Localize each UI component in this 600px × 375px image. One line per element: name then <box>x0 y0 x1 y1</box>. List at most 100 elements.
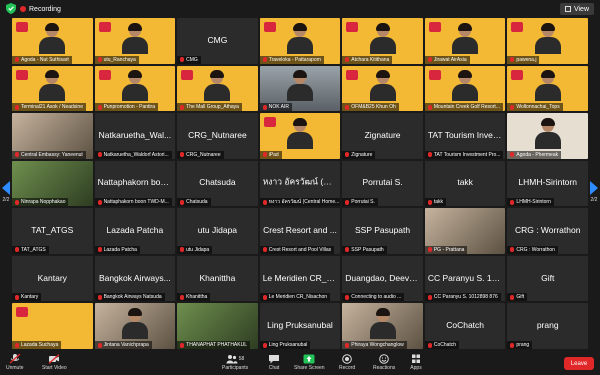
participant-display-name: takk <box>457 177 473 188</box>
participant-tile[interactable]: LHMH-Sirintorn LHMH-Sirintorn <box>507 160 588 207</box>
participant-tile[interactable]: SSP Pasupath SSP Pasupath <box>342 208 423 254</box>
participant-tile[interactable]: Agoda - Nut Suthisart <box>12 18 93 64</box>
participant-name-label: Zignature <box>342 150 376 159</box>
participant-name-label: pawena.j <box>507 55 540 64</box>
participant-display-name: CMG <box>207 34 228 45</box>
view-button[interactable]: View <box>559 3 594 15</box>
chat-button[interactable]: Chat <box>268 354 280 371</box>
participant-name: Jintana Vanichprapa <box>103 342 149 348</box>
meeting-topbar: Recording View <box>0 0 600 18</box>
participant-display-name: prang <box>536 320 559 331</box>
participant-tile[interactable]: Punpromotion - Pantira <box>94 65 176 112</box>
participant-tile[interactable]: Crest Resort and ... Crest Resort and Poo… <box>259 208 341 254</box>
participant-tile[interactable]: TAT_ATGS TAT_ATGS <box>12 208 93 254</box>
participant-display-name: TAT Tourism Inves... <box>427 129 503 140</box>
page-indicator-left: 2/2 <box>2 197 10 203</box>
participant-video <box>121 22 148 54</box>
participant-tile[interactable]: Terminal21 Asok / Neadsine <box>12 65 93 112</box>
participant-tile[interactable]: Porrutai S. Porrutai S. <box>342 160 423 207</box>
muted-microphone-icon <box>97 247 102 253</box>
participant-tile[interactable]: Gift Gift <box>507 255 588 302</box>
participant-tile[interactable]: CRG : Worrathon CRG : Worrathon <box>507 208 588 254</box>
participant-tile[interactable]: takk takk <box>424 160 506 207</box>
participant-tile[interactable]: หงาว อัครวัฒน์ (Ce... หงาว อัครวัฒน์ (Cen… <box>259 160 341 207</box>
participant-tile[interactable]: NOK AIR <box>259 65 341 112</box>
participant-tile[interactable]: Ling Pruksanubal Ling Pruksanubal <box>259 303 341 349</box>
participant-name-label: Ninrapa Nopphakao <box>12 198 69 207</box>
share-screen-button[interactable]: Share Screen <box>294 354 325 371</box>
participant-name-label: Mountain Creek Golf Resort... <box>424 103 503 112</box>
participant-tile[interactable]: Traveloka - Pattaraporn <box>259 18 341 64</box>
participant-name-label: Traveloka - Pattaraporn <box>259 55 325 64</box>
participant-tile[interactable]: The Mall Group_Athaya <box>177 65 258 112</box>
muted-microphone-icon <box>180 342 185 348</box>
participant-tile[interactable]: PG - Prattana <box>424 208 506 254</box>
participant-name: Agoda - Phermeak <box>516 151 559 158</box>
participant-count: 58 <box>238 356 245 362</box>
participant-display-name: Porrutai S. <box>362 177 403 188</box>
participant-tile[interactable]: OFM&B25 Khun Oh <box>342 65 423 112</box>
participant-name: LHMH-Sirintorn <box>516 199 551 206</box>
participant-tile[interactable]: utu Jidapa utu Jidapa <box>177 208 258 254</box>
participant-name: Jirawat AirAsia <box>433 56 467 63</box>
muted-microphone-icon <box>262 342 267 348</box>
participant-name-label: Phiraya Wongchanglow <box>342 341 407 349</box>
participant-tile[interactable]: CMG CMG <box>177 18 258 64</box>
participant-tile[interactable]: TAT Tourism Inves... TAT Tourism Investme… <box>424 113 506 159</box>
participant-tile[interactable]: Agoda - Phermeak <box>507 113 588 159</box>
reactions-button[interactable]: Reactions <box>373 354 395 371</box>
participant-tile[interactable]: prang prang <box>507 303 588 349</box>
participant-tile[interactable]: Wollonnachai_Tops <box>507 65 588 112</box>
participant-tile[interactable]: Duangdao, Deeva... Connecting to audio ..… <box>342 255 423 302</box>
muted-microphone-icon <box>427 247 432 253</box>
participant-tile[interactable]: Phiraya Wongchanglow <box>342 303 423 349</box>
participant-tile[interactable]: Lazada Suchaya <box>12 303 93 349</box>
participant-tile[interactable]: Kantary Kantary <box>12 255 93 302</box>
unmute-button[interactable]: Unmute <box>6 354 24 371</box>
participant-tile[interactable]: Chatsuda Chatsuda <box>177 160 258 207</box>
participant-name: SSP Pasupath <box>351 246 384 253</box>
participant-name-label: Kantary <box>12 293 42 302</box>
participant-name: Lazada Patcha <box>103 246 137 253</box>
record-button[interactable]: Record <box>339 354 355 371</box>
muted-microphone-icon <box>97 152 102 158</box>
participant-video <box>369 308 396 339</box>
participant-tile[interactable]: Bangkok Airways... Bangkok Airways Natsud… <box>94 255 176 302</box>
muted-microphone-icon <box>15 247 19 253</box>
participant-name: หงาว อัครวัฒน์ (Central Home... <box>268 199 340 206</box>
next-page-button[interactable]: 2/2 <box>588 172 600 212</box>
start-video-button[interactable]: Start Video <box>42 354 67 371</box>
participant-tile[interactable]: Nattaphakorn boo... Nattaphakorn boon TWD… <box>94 160 176 207</box>
participant-name: Nattaphakorn boon TWD-M... <box>103 199 169 206</box>
participant-tile[interactable]: Ninrapa Nopphakao <box>12 160 93 207</box>
participant-tile[interactable]: Zignature Zignature <box>342 113 423 159</box>
participant-tile[interactable]: Atchara Kitithana <box>342 18 423 64</box>
previous-page-button[interactable]: 2/2 <box>0 172 12 212</box>
participant-video <box>204 70 231 102</box>
start-video-label: Start Video <box>42 365 67 371</box>
participant-tile[interactable]: Jintana Vanichprapa <box>94 303 176 349</box>
participants-button[interactable]: 58 Participants <box>222 354 248 371</box>
participant-tile[interactable]: Le Meridien CR_N... Le Meridien CR_Nisach… <box>259 255 341 302</box>
recording-indicator[interactable]: Recording <box>20 3 61 15</box>
participant-tile[interactable]: Mountain Creek Golf Resort... <box>424 65 506 112</box>
participant-tile[interactable]: CC Paranyu S. 101... CC Paranyu S. 101289… <box>424 255 506 302</box>
participant-tile[interactable]: Natkaruetha_Wal... Natkaruetha_Waldorf As… <box>94 113 176 159</box>
participant-tile[interactable]: iPad <box>259 113 341 159</box>
participant-tile[interactable]: utu_Ranchaya <box>94 18 176 64</box>
participant-tile[interactable]: CoChatch CoChatch <box>424 303 506 349</box>
participant-tile[interactable]: Khanittha Khanittha <box>177 255 258 302</box>
reactions-label: Reactions <box>373 365 396 371</box>
participant-tile[interactable]: THANAPHAT PHATHAKUL <box>177 303 258 349</box>
participant-tile[interactable]: Central Embassy: Yaneenut <box>12 113 93 159</box>
participant-name: Lazada Suchaya <box>21 342 59 348</box>
participant-tile[interactable]: Jirawat AirAsia <box>424 18 506 64</box>
security-shield-icon[interactable] <box>6 3 16 14</box>
participant-name-label: Le Meridien CR_Nisachon <box>259 293 331 302</box>
participant-tile[interactable]: Lazada Patcha Lazada Patcha <box>94 208 176 254</box>
apps-button[interactable]: Apps <box>410 354 422 371</box>
participant-tile[interactable]: CRG_Nutnaree CRG_Nutnaree <box>177 113 258 159</box>
participant-name-label: Terminal21 Asok / Neadsine <box>12 103 86 112</box>
participant-tile[interactable]: pawena.j <box>507 18 588 64</box>
leave-button[interactable]: Leave <box>564 357 594 370</box>
